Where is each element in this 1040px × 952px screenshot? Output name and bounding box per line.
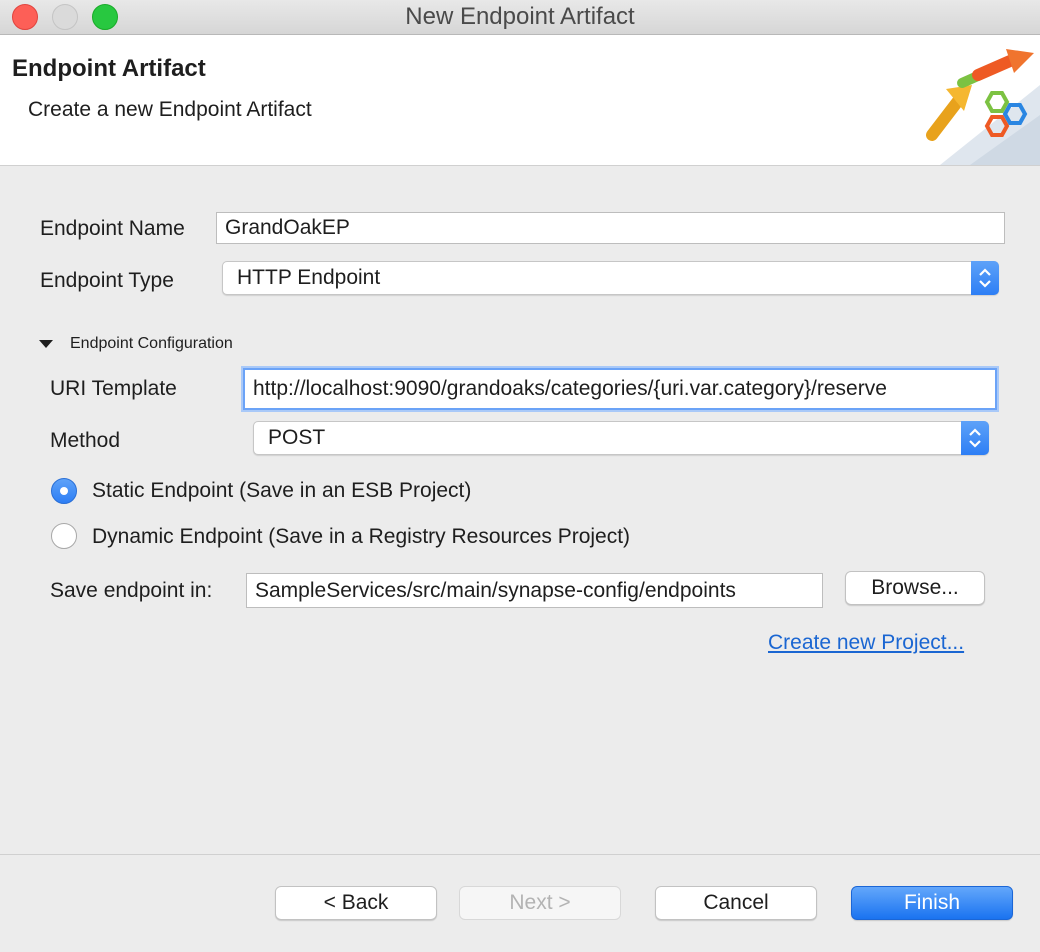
endpoint-name-label: Endpoint Name [40, 217, 185, 240]
uri-template-input[interactable]: http://localhost:9090/grandoaks/categori… [243, 368, 997, 410]
disclosure-triangle-icon[interactable] [38, 338, 54, 350]
dynamic-endpoint-radio[interactable] [51, 523, 77, 549]
endpoint-type-value: HTTP Endpoint [237, 266, 381, 289]
save-location-input[interactable]: SampleServices/src/main/synapse-config/e… [246, 573, 823, 608]
dynamic-endpoint-label[interactable]: Dynamic Endpoint (Save in a Registry Res… [92, 525, 630, 549]
endpoint-type-select[interactable]: HTTP Endpoint [222, 261, 999, 295]
endpoint-configuration-section[interactable]: Endpoint Configuration [70, 335, 233, 353]
endpoint-type-label: Endpoint Type [40, 269, 174, 292]
window-title: New Endpoint Artifact [405, 3, 635, 30]
title-bar: New Endpoint Artifact [0, 0, 1040, 35]
create-new-project-link[interactable]: Create new Project... [768, 631, 964, 655]
endpoint-wizard-icon [926, 49, 1040, 165]
static-endpoint-label[interactable]: Static Endpoint (Save in an ESB Project) [92, 479, 471, 503]
wizard-banner: Endpoint Artifact Create a new Endpoint … [0, 35, 1040, 166]
page-description: Create a new Endpoint Artifact [28, 98, 312, 121]
method-label: Method [50, 429, 121, 452]
save-endpoint-label: Save endpoint in: [50, 579, 213, 602]
endpoint-name-input[interactable]: GrandOakEP [216, 212, 1005, 244]
uri-template-label: URI Template [50, 377, 177, 400]
static-endpoint-radio[interactable] [51, 478, 77, 504]
page-title: Endpoint Artifact [12, 55, 206, 82]
next-button[interactable]: Next > [459, 886, 621, 920]
footer-divider [0, 854, 1040, 855]
method-select[interactable]: POST [253, 421, 989, 455]
chevron-updown-icon [971, 261, 999, 295]
cancel-button[interactable]: Cancel [655, 886, 817, 920]
method-value: POST [268, 426, 326, 449]
browse-button[interactable]: Browse... [845, 571, 985, 605]
chevron-updown-icon [961, 421, 989, 455]
finish-button[interactable]: Finish [851, 886, 1013, 920]
back-button[interactable]: < Back [275, 886, 437, 920]
